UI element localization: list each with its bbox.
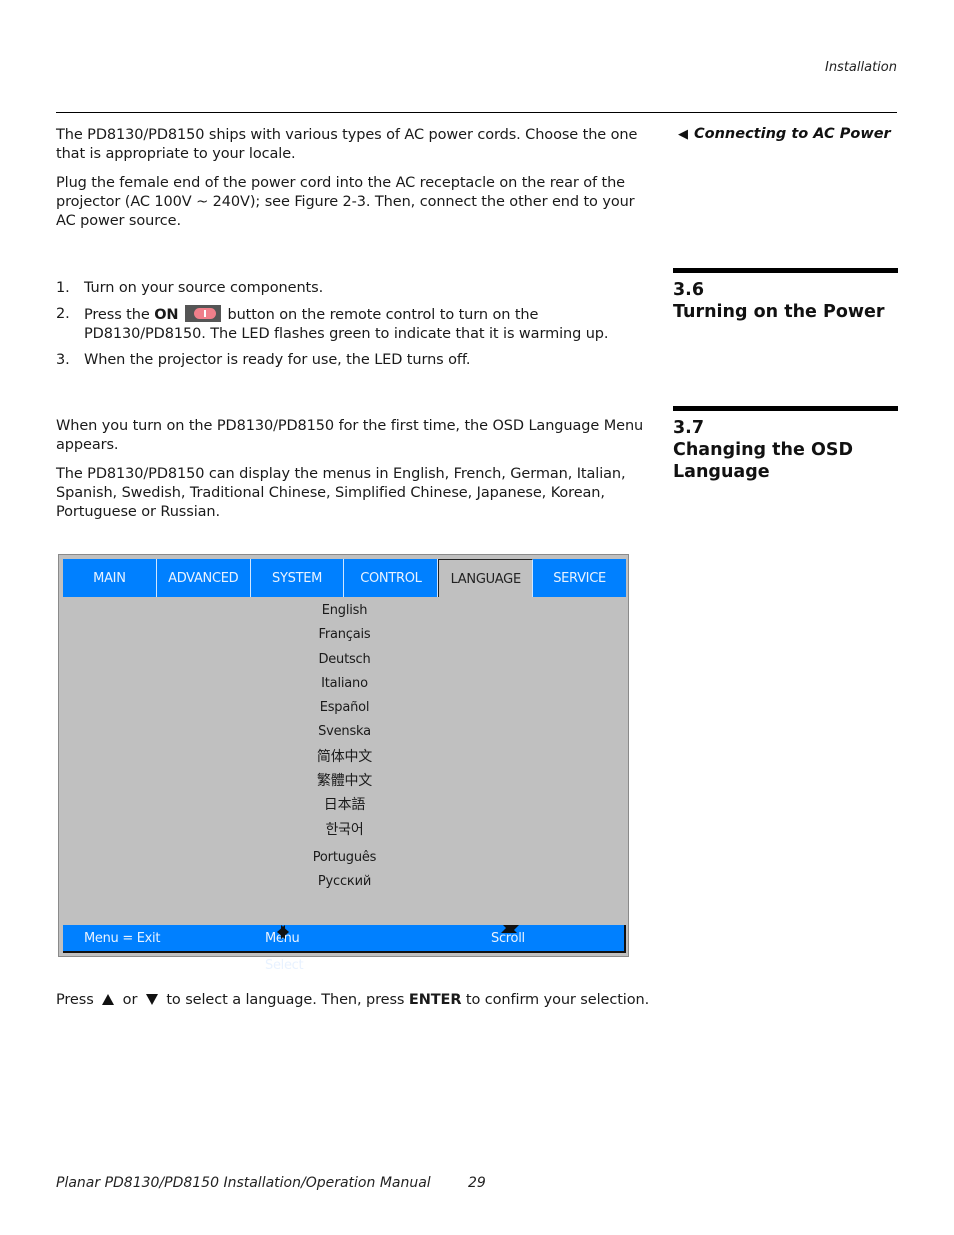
up-arrow-icon (102, 994, 115, 1005)
language-option-russian[interactable]: Русский (63, 870, 626, 894)
instruction-text: or (118, 992, 142, 1008)
language-option-french[interactable]: Français (63, 623, 626, 647)
menu-exit-hint: Menu = Exit (84, 931, 161, 946)
power-on-button-icon (184, 305, 221, 322)
step-number: 3. (56, 352, 70, 368)
section-title-line1: Changing the OSD (673, 440, 853, 460)
section-number: 3.6 (673, 280, 705, 300)
section-title: Turning on the Power (673, 302, 885, 322)
enter-key-label: ENTER (408, 992, 462, 1008)
left-pointer-icon: ◀ (678, 127, 688, 142)
on-label: ON (154, 307, 179, 323)
osd-tab-main[interactable]: MAIN (63, 559, 157, 597)
language-option-simplified-chinese[interactable]: 简体中文 (63, 745, 626, 769)
osd-language-menu-figure: MAIN ADVANCED SYSTEM CONTROL LANGUAGE SE… (58, 554, 629, 973)
step-number: 2. (56, 306, 70, 322)
section-heading-3-7: 3.7 Changing the OSD Language (673, 417, 853, 483)
osd-tab-bar: MAIN ADVANCED SYSTEM CONTROL LANGUAGE SE… (63, 559, 626, 597)
section-heading-3-6: 3.6 Turning on the Power (673, 279, 885, 323)
osd-language-text: When you turn on the PD8130/PD8150 for t… (56, 417, 656, 522)
header-rule (56, 112, 897, 113)
paragraph: When you turn on the PD8130/PD8150 for t… (56, 418, 644, 453)
ac-power-text: The PD8130/PD8150 ships with various typ… (56, 126, 656, 231)
language-option-italian[interactable]: Italiano (63, 672, 626, 696)
power-on-steps: 1. Turn on your source components. 2. Pr… (56, 279, 656, 377)
language-option-korean[interactable]: 한국어 (63, 818, 626, 842)
step-item: 1. Turn on your source components. (56, 279, 656, 298)
instruction-text: to confirm your selection. (461, 992, 650, 1008)
step-item: 3. When the projector is ready for use, … (56, 351, 656, 370)
instruction-text: Press (56, 992, 99, 1008)
language-option-spanish[interactable]: Español (63, 696, 626, 720)
language-option-traditional-chinese[interactable]: 繁體中文 (63, 769, 626, 793)
paragraph: The PD8130/PD8150 can display the menus … (56, 466, 626, 520)
language-option-japanese[interactable]: 日本語 (63, 793, 626, 817)
osd-footer-bar: Menu = Exit Menu Select Scroll (63, 925, 626, 973)
osd-tab-control[interactable]: CONTROL (344, 559, 439, 597)
osd-language-list: English Français Deutsch Italiano Españo… (63, 599, 626, 895)
section-rule (673, 406, 898, 411)
osd-tab-service[interactable]: SERVICE (533, 559, 626, 597)
section-title-line2: Language (673, 462, 770, 482)
side-note-connecting-ac-power: ◀ Connecting to AC Power (678, 126, 891, 142)
language-option-portuguese[interactable]: Português (63, 846, 626, 870)
step-number: 1. (56, 280, 70, 296)
page-number: 29 (468, 1175, 486, 1191)
footer-manual-title: Planar PD8130/PD8150 Installation/Operat… (56, 1175, 431, 1191)
running-header-section: Installation (824, 60, 897, 75)
step-text: Turn on your source components. (84, 280, 324, 296)
language-option-swedish[interactable]: Svenska (63, 720, 626, 744)
side-note-label: Connecting to AC Power (694, 126, 891, 142)
section-rule (673, 268, 898, 273)
osd-tab-system[interactable]: SYSTEM (250, 559, 345, 597)
osd-tab-language[interactable]: LANGUAGE (438, 559, 534, 597)
paragraph: The PD8130/PD8150 ships with various typ… (56, 127, 638, 162)
step-item: 2. Press the ON button on the remote con… (56, 305, 656, 344)
language-option-english[interactable]: English (63, 599, 626, 623)
instruction-text: to select a language. Then, press (161, 992, 409, 1008)
paragraph: Plug the female end of the power cord in… (56, 175, 635, 229)
osd-tab-advanced[interactable]: ADVANCED (156, 559, 251, 597)
language-option-german[interactable]: Deutsch (63, 648, 626, 672)
language-select-instruction: Press or to select a language. Then, pre… (56, 991, 696, 1010)
section-number: 3.7 (673, 418, 705, 438)
step-text: When the projector is ready for use, the… (84, 352, 471, 368)
down-arrow-icon (145, 994, 158, 1005)
step-text-pre: Press the (84, 307, 155, 323)
